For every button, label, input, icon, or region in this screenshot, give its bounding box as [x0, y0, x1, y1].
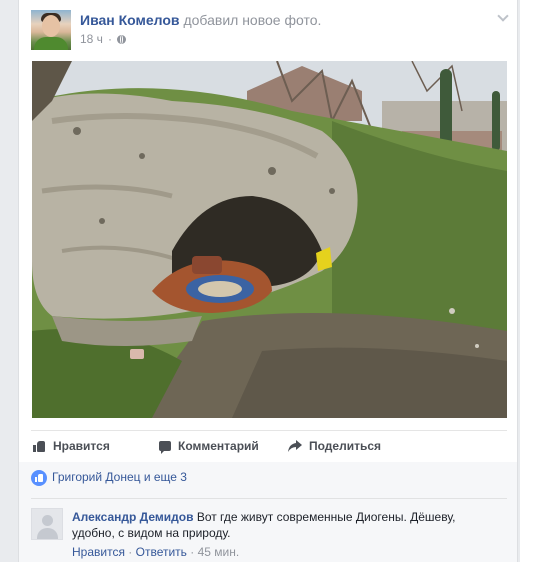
post-action-text: добавил новое фото. — [183, 12, 322, 28]
comments-section: Григорий Донец и еще 3 Александр Демидов… — [19, 462, 517, 562]
share-icon — [288, 440, 302, 452]
comment-footer: Нравится · Ответить · 45 мин. — [72, 545, 240, 559]
share-button[interactable]: Поделиться — [288, 439, 381, 453]
post-photo[interactable] — [32, 61, 507, 418]
globe-icon[interactable] — [116, 34, 126, 44]
like-button[interactable]: Нравится — [33, 439, 110, 453]
comment-like-link[interactable]: Нравится — [72, 545, 125, 559]
author-name-link[interactable]: Иван Комелов — [80, 12, 180, 28]
comment-button[interactable]: Комментарий — [159, 439, 259, 454]
post-card: Иван Комелов добавил новое фото. 18 ч · — [18, 0, 518, 562]
post-action-bar: Нравится Комментарий Поделиться — [31, 430, 507, 464]
chevron-down-icon[interactable] — [497, 10, 509, 22]
reactions-summary-text[interactable]: Григорий Донец и еще 3 — [52, 470, 187, 484]
author-avatar[interactable] — [31, 10, 71, 50]
right-edge-panel — [520, 0, 535, 562]
comment-body: Александр Демидов Вот где живут современ… — [72, 509, 472, 541]
reactions-summary[interactable]: Григорий Донец и еще 3 — [31, 470, 507, 499]
post-timestamp[interactable]: 18 ч — [80, 32, 103, 46]
comment-label: Комментарий — [178, 439, 259, 453]
commenter-avatar[interactable] — [31, 508, 63, 540]
comment-reply-link[interactable]: Ответить — [136, 545, 187, 559]
share-label: Поделиться — [309, 439, 382, 453]
like-badge-icon — [31, 470, 47, 486]
like-label: Нравится — [53, 439, 110, 453]
comment-author-link[interactable]: Александр Демидов — [72, 510, 193, 524]
comment-icon — [159, 441, 171, 454]
like-icon — [33, 440, 46, 452]
post-header: Иван Комелов добавил новое фото. — [80, 12, 321, 28]
comment-timestamp[interactable]: 45 мин. — [198, 545, 240, 559]
post-meta: 18 ч · — [80, 32, 126, 46]
